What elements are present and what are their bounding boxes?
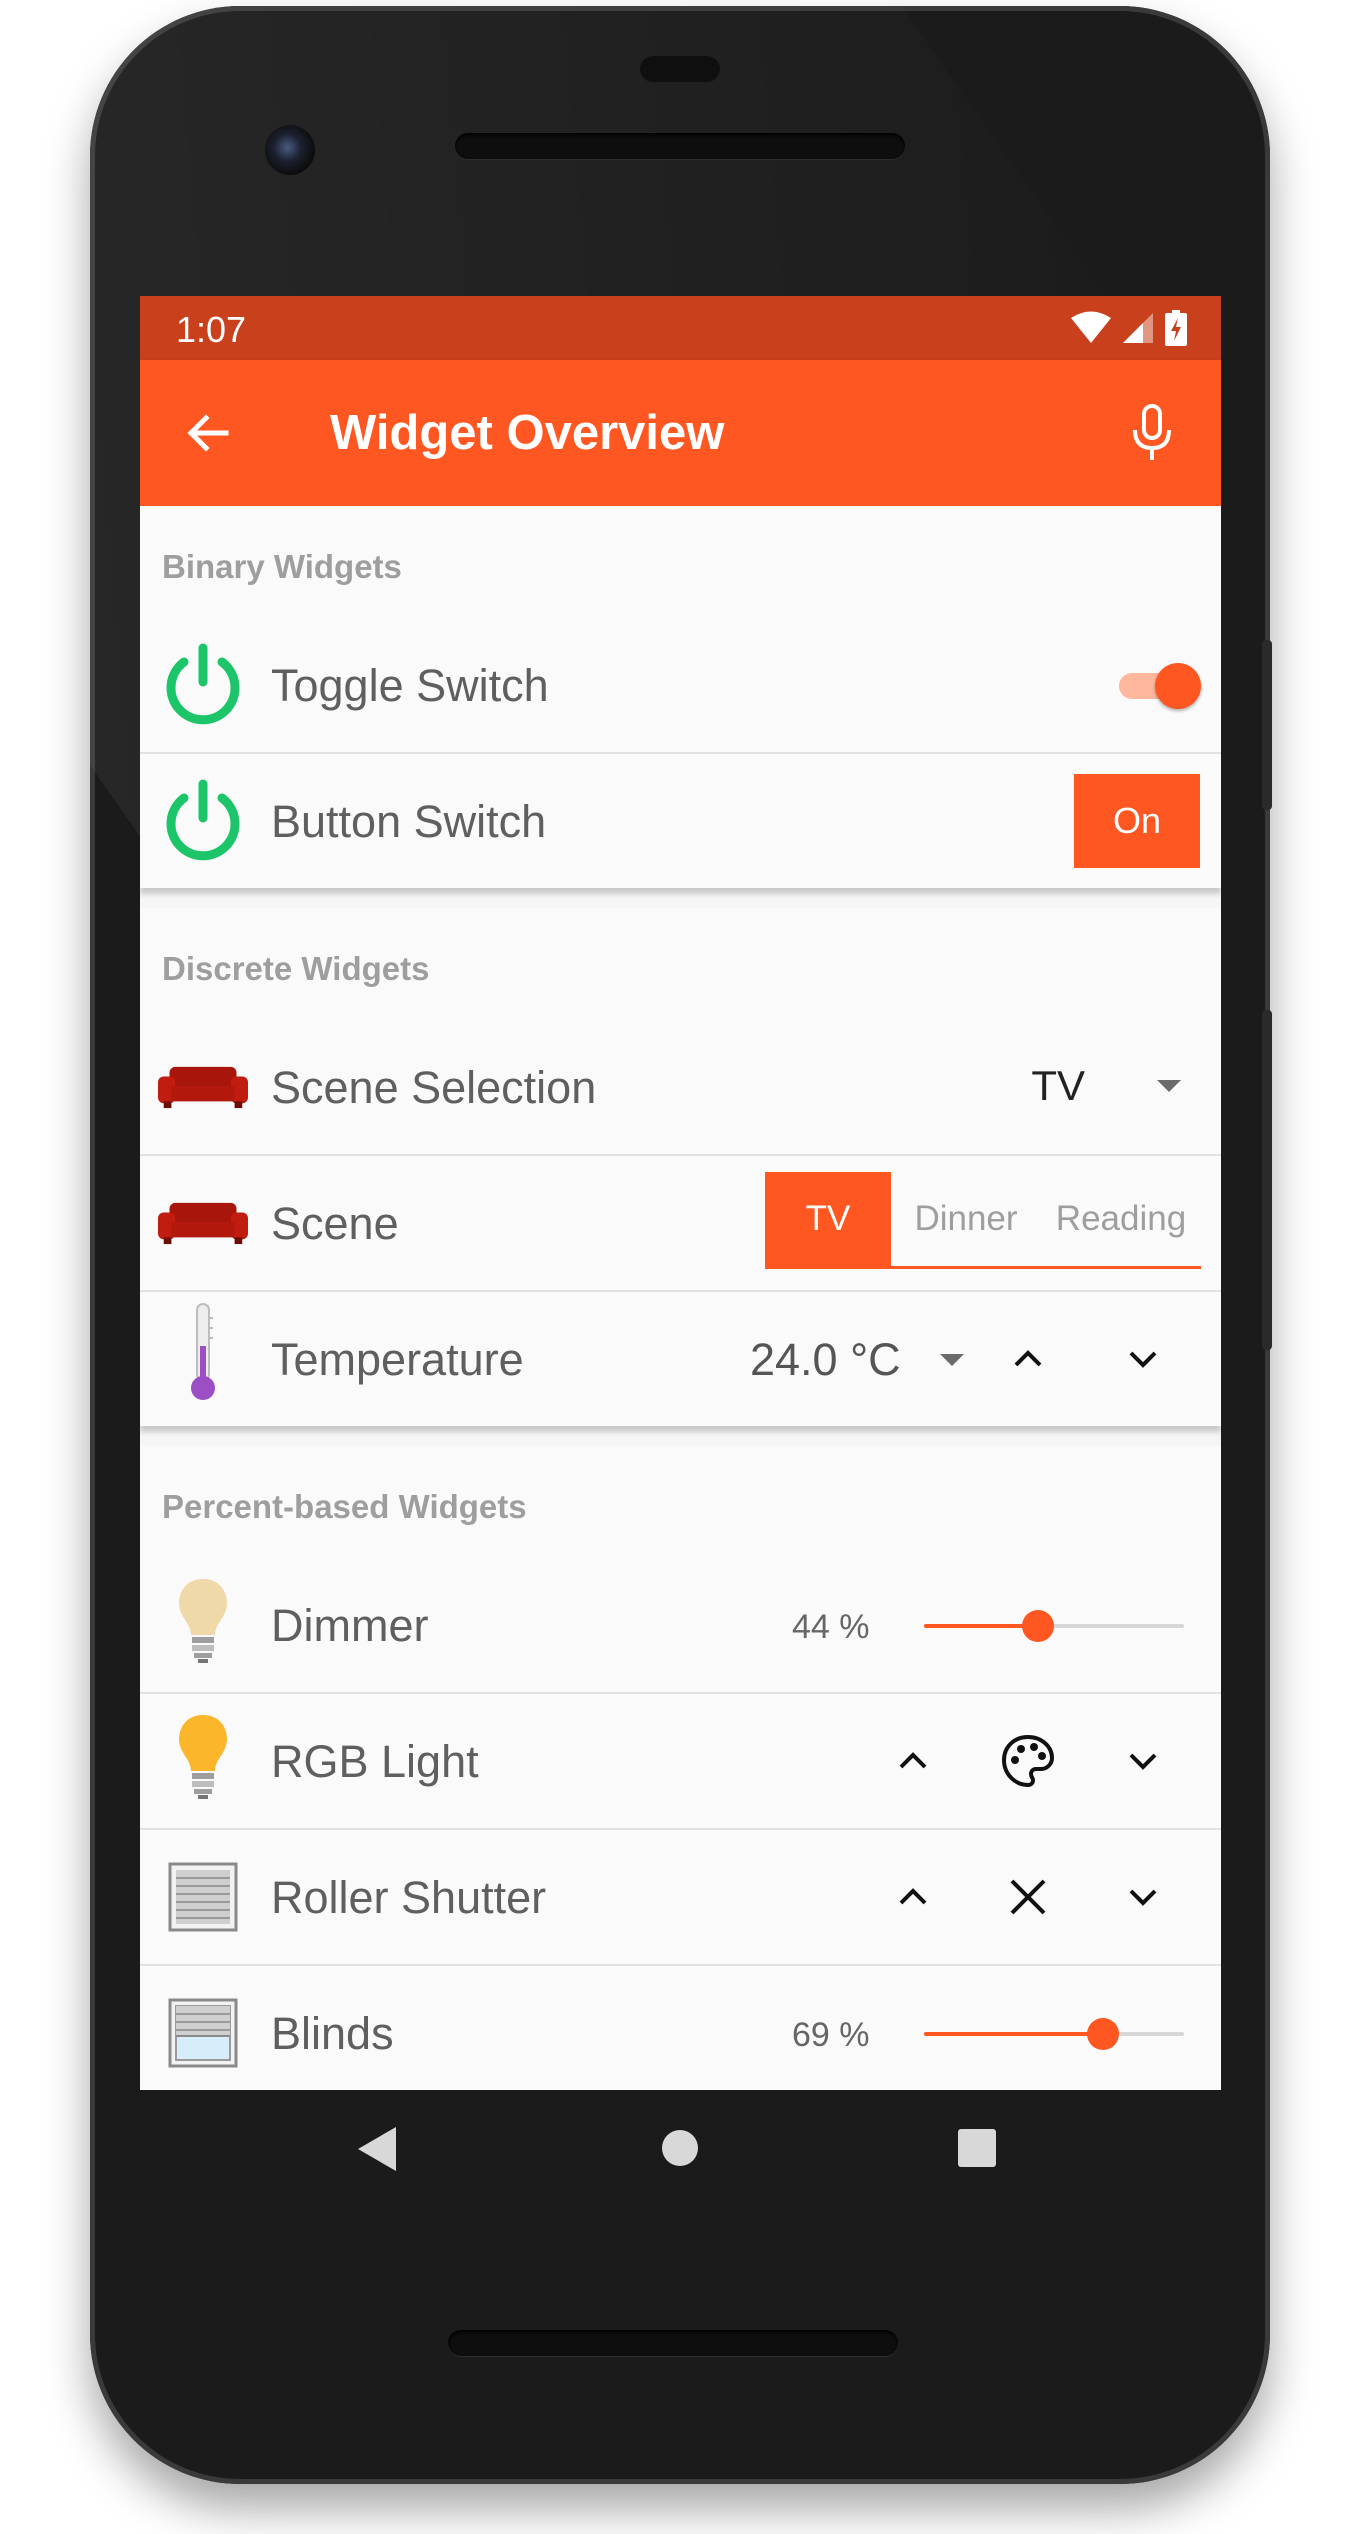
slider-thumb[interactable]	[1087, 2018, 1120, 2050]
nav-back-icon[interactable]	[356, 2125, 398, 2173]
temperature-row: Temperature 24.0 °C	[140, 1290, 1221, 1426]
button-switch-label: Button Switch	[271, 796, 547, 847]
dimmer-label: Dimmer	[271, 1600, 429, 1651]
toggle-thumb	[1155, 663, 1201, 709]
temperature-label: Temperature	[271, 1334, 524, 1385]
rgb-light-label: RGB Light	[271, 1736, 479, 1787]
toggle-switch-label: Toggle Switch	[271, 660, 549, 711]
blinds-value: 69 %	[792, 2016, 870, 2054]
toggle-switch-row[interactable]: Toggle Switch	[140, 618, 1221, 752]
palette-icon[interactable]	[993, 1726, 1063, 1796]
section-header: Percent-based Widgets	[162, 1488, 527, 1525]
chevron-up-icon[interactable]	[878, 1862, 948, 1932]
power-icon	[158, 779, 248, 861]
power-side-button	[1262, 640, 1272, 810]
front-camera	[265, 125, 315, 175]
roller-shutter-row: Roller Shutter	[140, 1828, 1221, 1964]
scene-option-tv[interactable]: TV	[765, 1172, 891, 1266]
cell-signal-icon	[1123, 313, 1153, 343]
temperature-value[interactable]: 24.0 °C	[750, 1334, 901, 1386]
caret-down-icon	[1157, 1080, 1181, 1092]
nav-recents-icon[interactable]	[958, 2129, 996, 2167]
blinds-slider[interactable]	[924, 2016, 1184, 2052]
power-icon	[158, 643, 248, 725]
status-icons	[1071, 308, 1187, 348]
scene-option-dinner[interactable]: Dinner	[891, 1172, 1041, 1266]
section-header: Binary Widgets	[162, 548, 402, 585]
percent-widgets-card: Percent-based Widgets Dimmer 44 % RGB Li…	[140, 1446, 1221, 2090]
app-toolbar: Widget Overview	[140, 360, 1221, 506]
slider-fill	[924, 1624, 1039, 1628]
roller-shutter-icon	[158, 1860, 248, 1934]
widget-list: Binary Widgets Toggle Switch Button Swit…	[140, 506, 1221, 2090]
arrow-back-icon[interactable]	[182, 408, 232, 458]
chevron-down-icon[interactable]	[1108, 1324, 1178, 1394]
mic-icon[interactable]	[1129, 404, 1175, 462]
dimmer-row: Dimmer 44 %	[140, 1558, 1221, 1692]
thermometer-icon	[158, 1303, 248, 1400]
status-time: 1:07	[176, 309, 247, 350]
dimmer-value: 44 %	[792, 1608, 870, 1646]
sofa-icon	[158, 1050, 248, 1124]
earpiece-speaker	[455, 133, 905, 159]
slider-thumb[interactable]	[1022, 1610, 1055, 1642]
rgb-light-row: RGB Light	[140, 1692, 1221, 1828]
discrete-widgets-card: Discrete Widgets Scene Selection TV Scen…	[140, 908, 1221, 1426]
dimmer-slider[interactable]	[924, 1608, 1184, 1644]
scene-selection-label: Scene Selection	[271, 1062, 597, 1113]
blinds-icon	[158, 1996, 248, 2070]
light-bulb-icon	[158, 1579, 248, 1663]
binary-widgets-card: Binary Widgets Toggle Switch Button Swit…	[140, 506, 1221, 888]
nav-home-icon[interactable]	[660, 2128, 700, 2168]
chevron-up-icon[interactable]	[878, 1726, 948, 1796]
scene-segmented-control: TV Dinner Reading	[765, 1172, 1201, 1269]
scene-selection-row: Scene Selection TV	[140, 1020, 1221, 1154]
caret-down-icon[interactable]	[940, 1354, 964, 1366]
scene-label: Scene	[271, 1198, 399, 1249]
battery-charging-icon	[1165, 310, 1187, 346]
dropdown-value: TV	[1031, 1062, 1085, 1109]
wifi-icon	[1071, 311, 1111, 343]
slider-fill	[924, 2032, 1104, 2036]
blinds-row: Blinds 69 %	[140, 1964, 1221, 2090]
button-switch-row: Button Switch On	[140, 752, 1221, 888]
stop-x-icon[interactable]	[993, 1862, 1063, 1932]
status-bar: 1:07	[140, 296, 1221, 360]
scene-option-reading[interactable]: Reading	[1041, 1172, 1201, 1266]
light-bulb-on-icon	[158, 1715, 248, 1799]
chevron-down-icon[interactable]	[1108, 1726, 1178, 1796]
scene-selection-dropdown[interactable]: TV	[1031, 1062, 1181, 1110]
toggle-switch-control[interactable]	[1111, 663, 1201, 709]
page-title: Widget Overview	[330, 406, 725, 460]
volume-side-button	[1262, 1010, 1272, 1350]
on-button[interactable]: On	[1074, 774, 1200, 868]
section-header: Discrete Widgets	[162, 950, 430, 987]
blinds-label: Blinds	[271, 2008, 394, 2059]
sofa-icon	[158, 1186, 248, 1260]
chevron-down-icon[interactable]	[1108, 1862, 1178, 1932]
chevron-up-icon[interactable]	[993, 1324, 1063, 1394]
screen: 1:07 Widget Overview Binary Widgets Togg…	[140, 296, 1221, 2090]
scene-row: Scene TV Dinner Reading	[140, 1154, 1221, 1290]
bottom-speaker	[448, 2330, 898, 2356]
roller-shutter-label: Roller Shutter	[271, 1872, 547, 1923]
proximity-sensor	[640, 56, 720, 82]
